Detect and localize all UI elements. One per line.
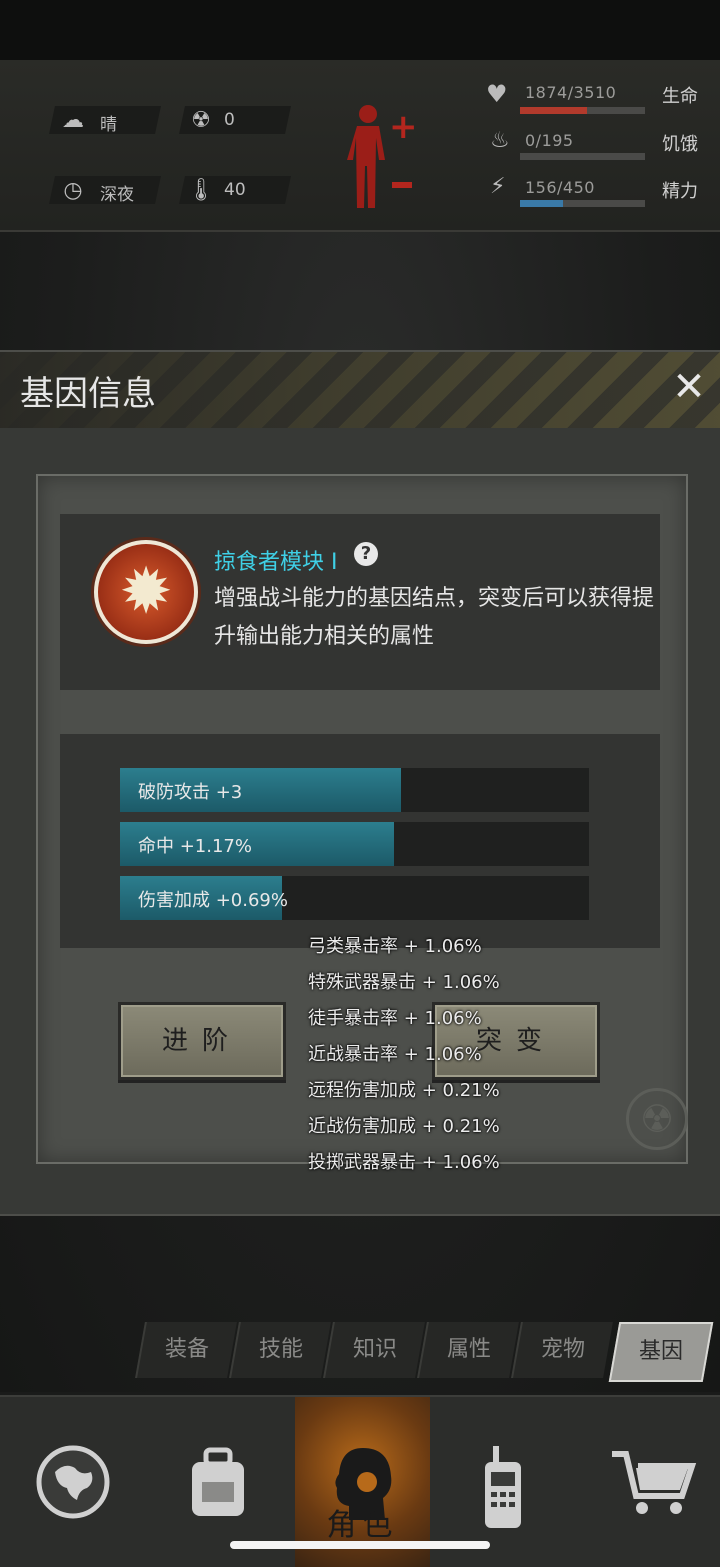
life-bar-fill	[520, 107, 587, 114]
svg-text:+: +	[389, 107, 418, 147]
stats-tooltip: 弓类暴击率 + 1.06% 特殊武器暴击 + 1.06% 徒手暴击率 + 1.0…	[308, 932, 500, 1184]
dialog-title: 基因信息	[20, 374, 156, 414]
character-subtabs: 装备 技能 知识 属性 宠物 基因	[130, 1322, 714, 1382]
home-indicator[interactable]	[230, 1541, 490, 1549]
tab-knowledge[interactable]: 知识	[323, 1322, 425, 1378]
question-icon[interactable]: ?	[354, 542, 378, 566]
energy-head-icon: ⚡	[490, 174, 506, 199]
life-bar	[520, 107, 645, 114]
stat-bar-row: 伤害加成 +0.69%	[120, 876, 589, 920]
tab-label: 知识	[352, 1337, 397, 1362]
hunger-value: 0/195	[525, 131, 574, 150]
radio-icon	[463, 1442, 543, 1528]
tab-pets[interactable]: 宠物	[511, 1322, 613, 1378]
stat-bar-label: 伤害加成 +0.69%	[138, 890, 288, 911]
status-panel: ☁ 晴 ☢ 0 ◷ 深夜 🌡 40 + ♥ 1874/3510 生命 ♨ 0/1…	[0, 60, 720, 232]
life-label: 生命	[662, 86, 698, 107]
nav-world[interactable]	[0, 1397, 145, 1567]
top-bar	[0, 0, 720, 60]
gene-stats-box: 破防攻击 +3 命中 +1.17% 伤害加成 +0.69%	[60, 734, 660, 948]
radiation-icon: ☢	[191, 107, 211, 133]
shopping-cart-icon	[608, 1442, 696, 1522]
hunger-bar	[520, 153, 645, 160]
stat-bar-row: 破防攻击 +3	[120, 768, 589, 812]
hunger-label: 饥饿	[662, 134, 698, 155]
gene-description: 增强战斗能力的基因结点，突变后可以获得提升输出能力相关的属性	[214, 586, 655, 649]
tooltip-line: 远程伤害加成 + 0.21%	[308, 1080, 500, 1101]
stat-bar-label: 命中 +1.17%	[138, 836, 252, 857]
life-value: 1874/3510	[525, 83, 617, 102]
clock-icon: ◷	[63, 177, 83, 203]
body-figure-icon[interactable]: +	[345, 102, 425, 212]
nav-shop[interactable]	[575, 1397, 720, 1567]
cloud-sun-icon: ☁	[62, 107, 84, 133]
radiation-watermark-icon: ☢	[626, 1088, 688, 1150]
tab-label: 装备	[164, 1337, 209, 1362]
energy-label: 精力	[662, 181, 698, 202]
radiation-value: 0	[224, 110, 235, 130]
gene-info-box: ✹ 掠食者模块 I ? 增强战斗能力的基因结点，突变后可以获得提升输出能力相关的…	[60, 514, 660, 690]
tab-skills[interactable]: 技能	[229, 1322, 331, 1378]
globe-icon	[33, 1442, 113, 1522]
tooltip-line: 弓类暴击率 + 1.06%	[308, 936, 482, 957]
tooltip-line: 徒手暴击率 + 1.06%	[308, 1008, 482, 1029]
energy-bar	[520, 200, 645, 207]
heart-icon: ♥	[486, 80, 508, 108]
tab-attributes[interactable]: 属性	[417, 1322, 519, 1378]
stat-bar-row: 命中 +1.17%	[120, 822, 589, 866]
tab-label: 属性	[446, 1337, 491, 1362]
tab-label: 基因	[638, 1339, 683, 1364]
weather-label: 晴	[100, 115, 117, 135]
stomach-icon: ♨	[490, 128, 510, 153]
tooltip-line: 近战伤害加成 + 0.21%	[308, 1116, 500, 1137]
time-label: 深夜	[100, 185, 134, 205]
tab-equipment[interactable]: 装备	[135, 1322, 237, 1378]
temperature-value: 40	[224, 180, 246, 200]
nav-character-label: 角色	[326, 1508, 399, 1543]
energy-value: 156/450	[525, 178, 595, 197]
tab-genes[interactable]: 基因	[608, 1322, 714, 1382]
tooltip-line: 投掷武器暴击 + 1.06%	[308, 1152, 500, 1173]
tooltip-line: 特殊武器暴击 + 1.06%	[308, 972, 500, 993]
close-icon[interactable]: ✕	[670, 367, 708, 407]
advance-button[interactable]: 进阶	[118, 1002, 286, 1080]
gene-name: 掠食者模块 I	[214, 550, 338, 575]
tab-label: 宠物	[540, 1337, 585, 1362]
thermometer-icon: 🌡	[187, 177, 215, 203]
stat-bar-label: 破防攻击 +3	[138, 782, 243, 803]
tooltip-line: 近战暴击率 + 1.06%	[308, 1044, 482, 1065]
energy-bar-fill	[520, 200, 564, 207]
backpack-icon	[178, 1442, 258, 1522]
spiked-gene-icon: ✹	[94, 540, 198, 644]
tab-label: 技能	[258, 1337, 303, 1362]
